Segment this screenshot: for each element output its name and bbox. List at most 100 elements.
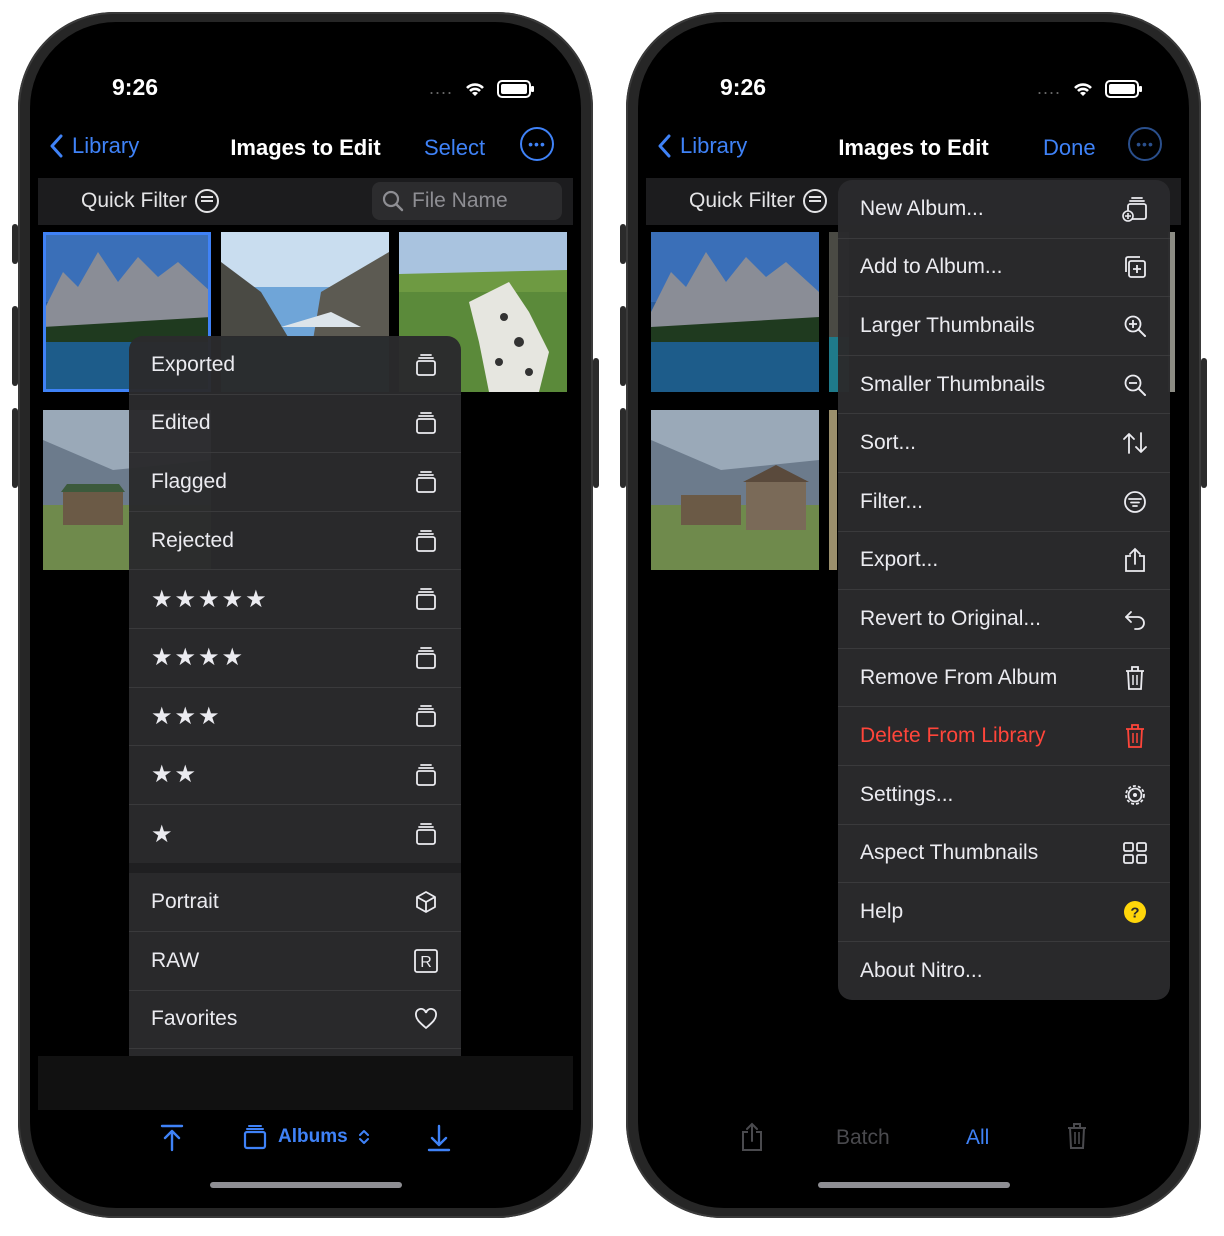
quick-filter-label: Quick Filter: [81, 189, 188, 212]
home-indicator[interactable]: [817, 1182, 1010, 1188]
menu-item-label: Smaller Thumbnails: [860, 372, 1046, 396]
menu-item-label: Help: [860, 899, 904, 923]
all-button[interactable]: All: [966, 1126, 989, 1150]
menu-item-star[interactable]: ★: [129, 805, 461, 864]
home-indicator[interactable]: [209, 1182, 402, 1188]
menu-item-exported[interactable]: Exported: [129, 336, 461, 395]
menu-item-favorites[interactable]: Favorites: [129, 991, 461, 1050]
trash-red-icon: [1122, 723, 1148, 749]
photo-thumbnail-lake[interactable]: [651, 232, 819, 392]
quick-filter-label: Quick Filter: [689, 189, 796, 212]
menu-item-settings[interactable]: Settings...: [838, 766, 1170, 825]
status-icons: ....: [429, 78, 534, 99]
menu-section-separator: [129, 863, 461, 874]
chevron-up-down-icon: [358, 1130, 369, 1144]
share-icon[interactable]: [740, 1122, 764, 1152]
albums-button[interactable]: Albums: [242, 1124, 370, 1150]
menu-item-label: About Nitro...: [860, 959, 983, 983]
menu-item-portrait[interactable]: Portrait: [129, 873, 461, 932]
quick-filter-button[interactable]: Quick Filter: [689, 189, 828, 213]
album-stack-icon: [413, 528, 439, 554]
filter-icon: [1122, 489, 1148, 515]
menu-item-smaller-thumbnails[interactable]: Smaller Thumbnails: [838, 356, 1170, 415]
menu-item-label: Add to Album...: [860, 255, 1003, 279]
batch-button[interactable]: Batch: [836, 1126, 890, 1150]
quick-filter-button[interactable]: Quick Filter: [81, 189, 220, 213]
menu-item-raw[interactable]: RAW R: [129, 932, 461, 991]
menu-item-starstar[interactable]: ★★: [129, 746, 461, 805]
menu-item-starstarstar[interactable]: ★★★: [129, 688, 461, 747]
menu-item-sort[interactable]: Sort...: [838, 414, 1170, 473]
sort-arrows-icon: [1122, 430, 1148, 456]
screen-left: 9:26 .... Library Images to Edit Select …: [30, 22, 581, 1208]
menu-item-label: ★★★★★: [151, 585, 269, 613]
menu-item-label: ★★: [151, 761, 199, 789]
menu-item-rejected[interactable]: Rejected: [129, 512, 461, 571]
menu-item-export[interactable]: Export...: [838, 532, 1170, 591]
heart-icon: [413, 1006, 439, 1032]
menu-item-revert-to-original[interactable]: Revert to Original...: [838, 590, 1170, 649]
album-stack-icon: [413, 703, 439, 729]
menu-item-add-to-album[interactable]: Add to Album...: [838, 239, 1170, 298]
volume-up-button: [620, 306, 626, 386]
menu-item-label: Edited: [151, 411, 211, 435]
menu-item-help[interactable]: Help?: [838, 883, 1170, 942]
photo-thumbnail-partial[interactable]: [829, 410, 837, 570]
wifi-icon: [1074, 82, 1092, 96]
menu-item-larger-thumbnails[interactable]: Larger Thumbnails: [838, 297, 1170, 356]
search-icon: [382, 190, 404, 212]
menu-item-label: Rejected: [151, 528, 234, 552]
volume-down-button: [12, 408, 18, 488]
filter-bar: Quick Filter File Name: [38, 178, 573, 225]
album-stack-icon: [413, 586, 439, 612]
cube-icon: [413, 889, 439, 915]
power-button: [593, 358, 599, 488]
signal-icon: ....: [1036, 78, 1061, 98]
bottom-toolbar: Batch All: [638, 1118, 1189, 1158]
menu-item-filter[interactable]: Filter...: [838, 473, 1170, 532]
trash-icon[interactable]: [1066, 1122, 1088, 1150]
trash-icon: [1122, 665, 1148, 691]
menu-item-flagged[interactable]: Flagged: [129, 453, 461, 512]
menu-item-label: New Album...: [860, 196, 984, 220]
zoom-in-icon: [1122, 313, 1148, 339]
more-options-button[interactable]: •••: [1128, 127, 1162, 161]
album-stack-icon: [413, 762, 439, 788]
menu-item-edited[interactable]: Edited: [129, 395, 461, 454]
done-button[interactable]: Done: [1043, 135, 1096, 161]
mute-switch: [12, 224, 18, 264]
battery-icon: [497, 79, 534, 98]
menu-item-label: Portrait: [151, 890, 219, 914]
menu-item-about-nitro[interactable]: About Nitro...: [838, 942, 1170, 1001]
menu-item-remove-from-album[interactable]: Remove From Album: [838, 649, 1170, 708]
revert-icon: [1122, 606, 1148, 632]
menu-item-label: ★★★★: [151, 644, 246, 672]
menu-item-starstarstarstar[interactable]: ★★★★: [129, 629, 461, 688]
add-to-album-icon: [1122, 254, 1148, 280]
album-stack-icon: [413, 469, 439, 495]
help-icon: ?: [1122, 899, 1148, 925]
search-field[interactable]: File Name: [372, 182, 562, 220]
album-stack-icon: [413, 821, 439, 847]
photo-thumbnail-barn[interactable]: [651, 410, 819, 570]
menu-item-label: Exported: [151, 352, 236, 376]
select-button[interactable]: Select: [424, 135, 485, 161]
menu-item-label: ★★★: [151, 702, 222, 730]
phone-left: 9:26 .... Library Images to Edit Select …: [12, 12, 599, 1218]
ellipsis-icon: •••: [1136, 136, 1154, 152]
more-options-button[interactable]: •••: [520, 127, 554, 161]
album-stack-icon: [413, 645, 439, 671]
menu-item-starstarstarstarstar[interactable]: ★★★★★: [129, 570, 461, 629]
menu-item-delete-from-library[interactable]: Delete From Library: [838, 707, 1170, 766]
scroll-to-bottom-icon[interactable]: [427, 1124, 451, 1152]
menu-item-aspect-thumbnails[interactable]: Aspect Thumbnails: [838, 825, 1170, 884]
volume-down-button: [620, 408, 626, 488]
scroll-to-top-icon[interactable]: [160, 1124, 184, 1152]
album-stack-icon: [413, 410, 439, 436]
screen-right: 9:26 .... Library Images to Edit Done ••…: [638, 22, 1189, 1208]
grid-icon: [1122, 840, 1148, 866]
menu-item-label: Remove From Album: [860, 665, 1058, 689]
wifi-icon: [466, 82, 484, 96]
menu-item-label: Revert to Original...: [860, 606, 1041, 630]
menu-item-new-album[interactable]: New Album...: [838, 180, 1170, 239]
